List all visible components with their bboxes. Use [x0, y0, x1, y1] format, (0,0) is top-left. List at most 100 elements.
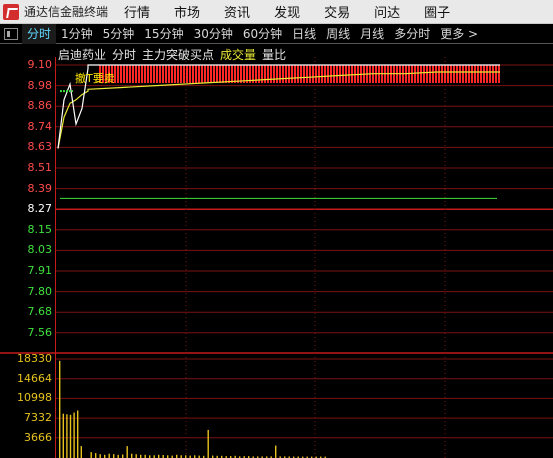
volume-tick-label: 10998 [17, 391, 52, 405]
signal-bar [420, 65, 422, 83]
signal-bar [492, 65, 494, 83]
signal-bar [456, 65, 458, 83]
signal-bar [213, 65, 215, 83]
signal-bar [186, 65, 188, 83]
signal-bar [273, 65, 275, 83]
volume-bar [207, 429, 209, 458]
signal-bar [189, 65, 191, 83]
signal-bar [441, 65, 443, 83]
signal-bar [153, 65, 155, 83]
volume-bar [113, 454, 115, 458]
signal-bar [333, 65, 335, 83]
volume-tick-label: 3666 [24, 430, 52, 444]
volume-bar [135, 454, 137, 458]
signal-bar [417, 65, 419, 83]
signal-bar [177, 65, 179, 83]
signal-bar [159, 65, 161, 83]
signal-bar [426, 65, 428, 83]
average-price-line [57, 71, 500, 149]
signal-bar [474, 65, 476, 83]
signal-badge: 撤T要卖 [75, 72, 115, 85]
signal-bar [201, 65, 203, 83]
signal-bar [477, 65, 479, 83]
signal-bar [315, 65, 317, 83]
price-tick-label: 8.86 [27, 99, 53, 113]
signal-bar [429, 65, 431, 83]
signal-bar [279, 65, 281, 83]
signal-bar [162, 65, 164, 83]
price-tick-label: 8.74 [27, 119, 53, 133]
signal-bar [147, 65, 149, 83]
signal-bar [270, 65, 272, 83]
chart-mode-label: 分时 [112, 47, 137, 62]
signal-bar [117, 65, 119, 83]
volume-label[interactable]: 成交量 [220, 46, 256, 63]
signal-bar [330, 65, 332, 83]
signal-bar [312, 65, 314, 83]
signal-bar [498, 65, 500, 83]
signal-bar [489, 65, 491, 83]
signal-bar [450, 65, 452, 83]
price-tick-label: 8.51 [27, 161, 53, 174]
signal-bar [174, 65, 176, 83]
signal-bar [297, 65, 299, 83]
volume-bar [108, 453, 110, 458]
price-tick-label: 8.03 [27, 243, 53, 257]
signal-bar [438, 65, 440, 83]
signal-bar [240, 65, 242, 83]
signal-bar [291, 65, 293, 83]
volume-bar [69, 414, 72, 458]
signal-bar [276, 65, 278, 83]
signal-bar [468, 65, 470, 83]
intraday-chart[interactable] [0, 0, 553, 458]
y-axis-line [55, 57, 56, 458]
signal-bar [210, 65, 212, 83]
signal-bar [303, 65, 305, 83]
volume-bar [131, 453, 133, 458]
terminal-window: 通达信金融终端 行情 市场 资讯 发现 交易 问达 圈子 分时 1分钟 5分钟 … [0, 0, 553, 458]
volume-tick-label: 14664 [17, 371, 52, 385]
prev-close-tick-label: 8.27 [27, 202, 53, 216]
signal-bar [234, 65, 236, 83]
signal-bar [267, 65, 269, 83]
volume-ratio-label[interactable]: 量比 [262, 46, 286, 63]
volume-bar [95, 453, 97, 458]
volume-tick-label: 7332 [24, 411, 52, 425]
signal-bar [483, 65, 485, 83]
signal-bar [216, 65, 218, 83]
signal-bar [183, 65, 185, 83]
signal-bar [294, 65, 296, 83]
signal-bar [237, 65, 239, 83]
volume-bar [73, 412, 75, 458]
signal-bar [423, 65, 425, 83]
price-tick-label: 7.56 [27, 325, 53, 339]
signal-bar [345, 65, 347, 83]
signal-bar [411, 65, 413, 83]
signal-bar [165, 65, 167, 83]
signal-bar [318, 65, 320, 83]
signal-bar [336, 65, 338, 83]
signal-bar [459, 65, 461, 83]
price-tick-label: 7.68 [27, 305, 53, 319]
signal-bar [435, 65, 437, 83]
signal-bar [171, 65, 173, 83]
stock-name[interactable]: 启迪药业 [58, 46, 106, 63]
volume-bar [59, 360, 61, 458]
indicator-label[interactable]: 主力突破买点 [142, 46, 214, 63]
signal-bar [300, 65, 302, 83]
price-tick-label: 9.10 [27, 58, 53, 71]
signal-bar [204, 65, 206, 83]
signal-bar [495, 65, 497, 83]
signal-bar [144, 65, 146, 83]
price-tick-label: 7.91 [27, 264, 53, 277]
volume-bar [90, 452, 92, 458]
signal-bar [306, 65, 308, 83]
signal-bar [129, 65, 131, 83]
signal-bar [192, 65, 194, 83]
signal-bar [135, 65, 137, 83]
signal-bar [120, 65, 122, 83]
signal-bar [453, 65, 455, 83]
signal-bar [195, 65, 197, 83]
signal-bar [486, 65, 488, 83]
signal-bar [225, 65, 227, 83]
